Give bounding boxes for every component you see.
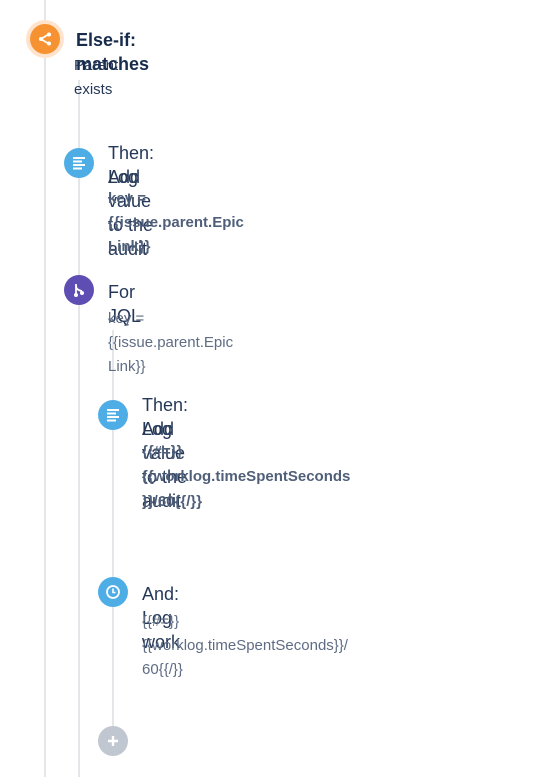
- add-component-button[interactable]: [98, 726, 128, 756]
- log-lines-icon: [98, 400, 128, 430]
- step-detail-line1: {{#=}}: [142, 443, 183, 460]
- plus-icon: [108, 736, 118, 746]
- step-detail-line2: {{worklog.timeSpentSeconds: [142, 468, 351, 485]
- step-title-line2: Log: [142, 419, 173, 439]
- outer-connector-line: [44, 0, 46, 777]
- log-lines-icon: [64, 148, 94, 178]
- step-detail: key = {{issue.parent.Epic Link}}: [108, 310, 234, 375]
- jql-connector-line: [112, 330, 114, 740]
- step-detail-line3: }}/60{{/}}: [142, 493, 203, 510]
- step-detail-line3: 60{{/}}: [142, 661, 183, 678]
- step-detail-line2: {{worklog.timeSpentSeconds}}/: [142, 637, 348, 654]
- else-if-subtitle: Parent exists: [74, 57, 119, 98]
- branch-fork-icon: [64, 275, 94, 305]
- clock-icon: [98, 577, 128, 607]
- else-if-connector-line: [78, 80, 80, 777]
- branch-icon: [30, 24, 60, 54]
- step-detail-line1: {{#=}}: [142, 613, 180, 630]
- step-title-line2: Log: [108, 167, 139, 187]
- step-detail: key = {{issue.parent.Epic Link}}: [108, 190, 244, 255]
